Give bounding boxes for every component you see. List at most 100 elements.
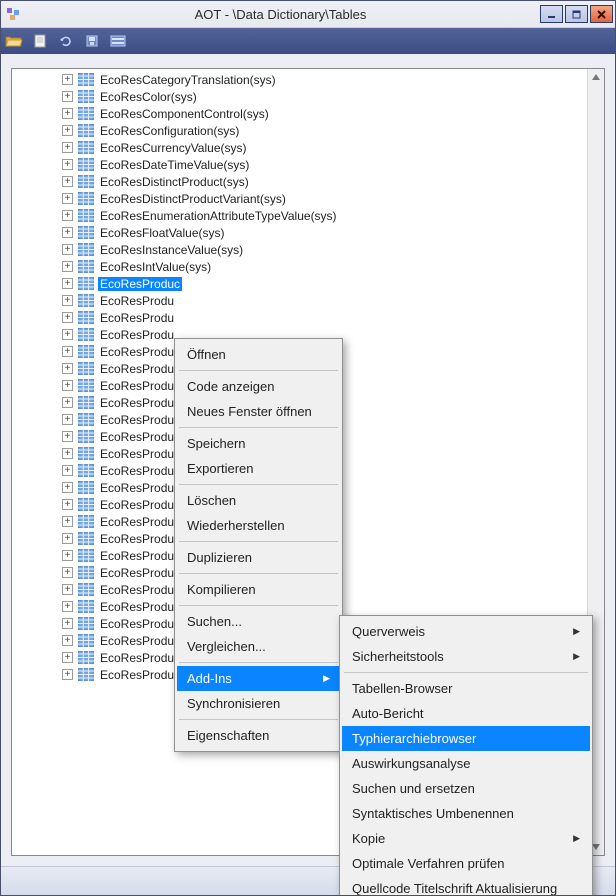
save-icon[interactable] [83,32,101,50]
submenu-item[interactable]: Suchen und ersetzen [342,776,590,801]
expand-icon[interactable]: + [62,159,73,170]
context-menu-item[interactable]: Öffnen [177,342,340,367]
context-menu[interactable]: Öffnen Code anzeigen Neues Fenster öffnen S… [174,338,343,752]
submenu-item[interactable]: Kopie▶ [342,826,590,851]
tree-row[interactable]: + EcoResConfiguration(sys) [12,122,588,139]
tree-item-label: EcoResDateTimeValue(sys) [98,158,251,172]
menu-item-label: Auto-Bericht [352,706,580,721]
expand-icon[interactable]: + [62,227,73,238]
maximize-button[interactable] [565,5,588,23]
expand-icon[interactable]: + [62,176,73,187]
tree-row[interactable]: +EcoResCategoryTranslation(sys) [12,71,588,88]
expand-icon[interactable]: + [62,499,73,510]
refresh-icon[interactable] [57,32,75,50]
context-menu-item[interactable]: Löschen [177,488,340,513]
submenu-item[interactable]: Auswirkungsanalyse [342,751,590,776]
tree-row[interactable]: +EcoResDistinctProduct(sys) [12,173,588,190]
context-menu-item[interactable]: Suchen... [177,609,340,634]
submenu-item[interactable]: Quellcode Titelschrift Aktualisierung [342,876,590,896]
tree-row[interactable]: + EcoResEnumerationAttributeTypeValue(sys… [12,207,588,224]
expand-icon[interactable]: + [62,244,73,255]
tree-row[interactable]: +EcoResComponentControl(sys) [12,105,588,122]
tree-row[interactable]: +EcoResCurrencyValue(sys) [12,139,588,156]
expand-icon[interactable]: + [62,618,73,629]
submenu-item[interactable]: Sicherheitstools▶ [342,644,590,669]
expand-icon[interactable]: + [62,448,73,459]
submenu-item[interactable]: Auto-Bericht [342,701,590,726]
context-menu-item[interactable]: Speichern [177,431,340,456]
expand-icon[interactable]: + [62,516,73,527]
expand-icon[interactable]: + [62,550,73,561]
expand-icon[interactable]: + [62,465,73,476]
tree-row[interactable]: +EcoResFloatValue(sys) [12,224,588,241]
context-menu-item[interactable]: Eigenschaften [177,723,340,748]
expand-icon[interactable]: + [62,142,73,153]
minimize-button[interactable] [540,5,563,23]
expand-icon[interactable]: + [62,414,73,425]
expand-icon[interactable]: + [62,567,73,578]
expand-icon[interactable]: + [62,584,73,595]
expand-icon[interactable]: + [62,108,73,119]
submenu-item[interactable]: Optimale Verfahren prüfen [342,851,590,876]
context-menu-item[interactable]: Neues Fenster öffnen [177,399,340,424]
expand-icon[interactable]: + [62,363,73,374]
expand-icon[interactable]: + [62,380,73,391]
submenu-item[interactable]: Querverweis▶ [342,619,590,644]
tree-row[interactable]: +EcoResIntValue(sys) [12,258,588,275]
document-icon[interactable] [31,32,49,50]
expand-icon[interactable]: + [62,261,73,272]
tree-item-label: EcoResProdu [98,328,176,342]
context-menu-item[interactable]: Add-Ins▶ [177,666,340,691]
submenu-addins[interactable]: Querverweis▶Sicherheitstools▶ Tabellen-Br… [339,615,593,896]
properties-icon[interactable] [109,32,127,50]
tree-row[interactable]: +EcoResProduc [12,275,588,292]
context-menu-item[interactable]: Exportieren [177,456,340,481]
table-icon [78,532,94,546]
submenu-item[interactable]: Tabellen-Browser [342,676,590,701]
tree-row[interactable]: +EcoResColor(sys) [12,88,588,105]
expand-icon[interactable]: + [62,482,73,493]
tree-row[interactable]: +EcoResInstanceValue(sys) [12,241,588,258]
expand-icon[interactable]: + [62,533,73,544]
app-icon [5,7,23,21]
expand-icon[interactable]: + [62,652,73,663]
context-menu-item[interactable]: Wiederherstellen [177,513,340,538]
expand-icon[interactable]: + [62,295,73,306]
expand-icon[interactable]: + [62,329,73,340]
menu-item-label: Code anzeigen [187,379,330,394]
tree-row[interactable]: + EcoResDateTimeValue(sys) [12,156,588,173]
submenu-item[interactable]: Typhierarchiebrowser [342,726,590,751]
context-menu-item[interactable]: Duplizieren [177,545,340,570]
submenu-item[interactable]: Syntaktisches Umbenennen [342,801,590,826]
tree-item-label: EcoResProdu [98,549,176,563]
titlebar[interactable]: AOT - \Data Dictionary\Tables [1,1,615,28]
context-menu-item[interactable]: Synchronisieren [177,691,340,716]
expand-icon[interactable]: + [62,278,73,289]
tree-row[interactable]: +EcoResProdu [12,309,588,326]
context-menu-item[interactable]: Code anzeigen [177,374,340,399]
expand-icon[interactable]: + [62,74,73,85]
tree-row[interactable]: +EcoResDistinctProductVariant(sys) [12,190,588,207]
open-folder-icon[interactable] [5,32,23,50]
table-icon [78,277,94,291]
close-button[interactable] [590,5,613,23]
table-icon [78,311,94,325]
expand-icon[interactable]: + [62,193,73,204]
expand-icon[interactable]: + [62,346,73,357]
table-icon [78,124,94,138]
expand-icon[interactable]: + [62,125,73,136]
expand-icon[interactable]: + [62,669,73,680]
context-menu-item[interactable]: Vergleichen... [177,634,340,659]
scroll-up-icon[interactable] [588,69,604,85]
context-menu-item[interactable]: Kompilieren [177,577,340,602]
tree-item-label: EcoResConfiguration(sys) [98,124,241,138]
tree-row[interactable]: +EcoResProdu [12,292,588,309]
expand-icon[interactable]: + [62,601,73,612]
expand-icon[interactable]: + [62,210,73,221]
tree-item-label: EcoResEnumerationAttributeTypeValue(sys) [98,209,339,223]
expand-icon[interactable]: + [62,635,73,646]
expand-icon[interactable]: + [62,91,73,102]
expand-icon[interactable]: + [62,431,73,442]
expand-icon[interactable]: + [62,397,73,408]
expand-icon[interactable]: + [62,312,73,323]
